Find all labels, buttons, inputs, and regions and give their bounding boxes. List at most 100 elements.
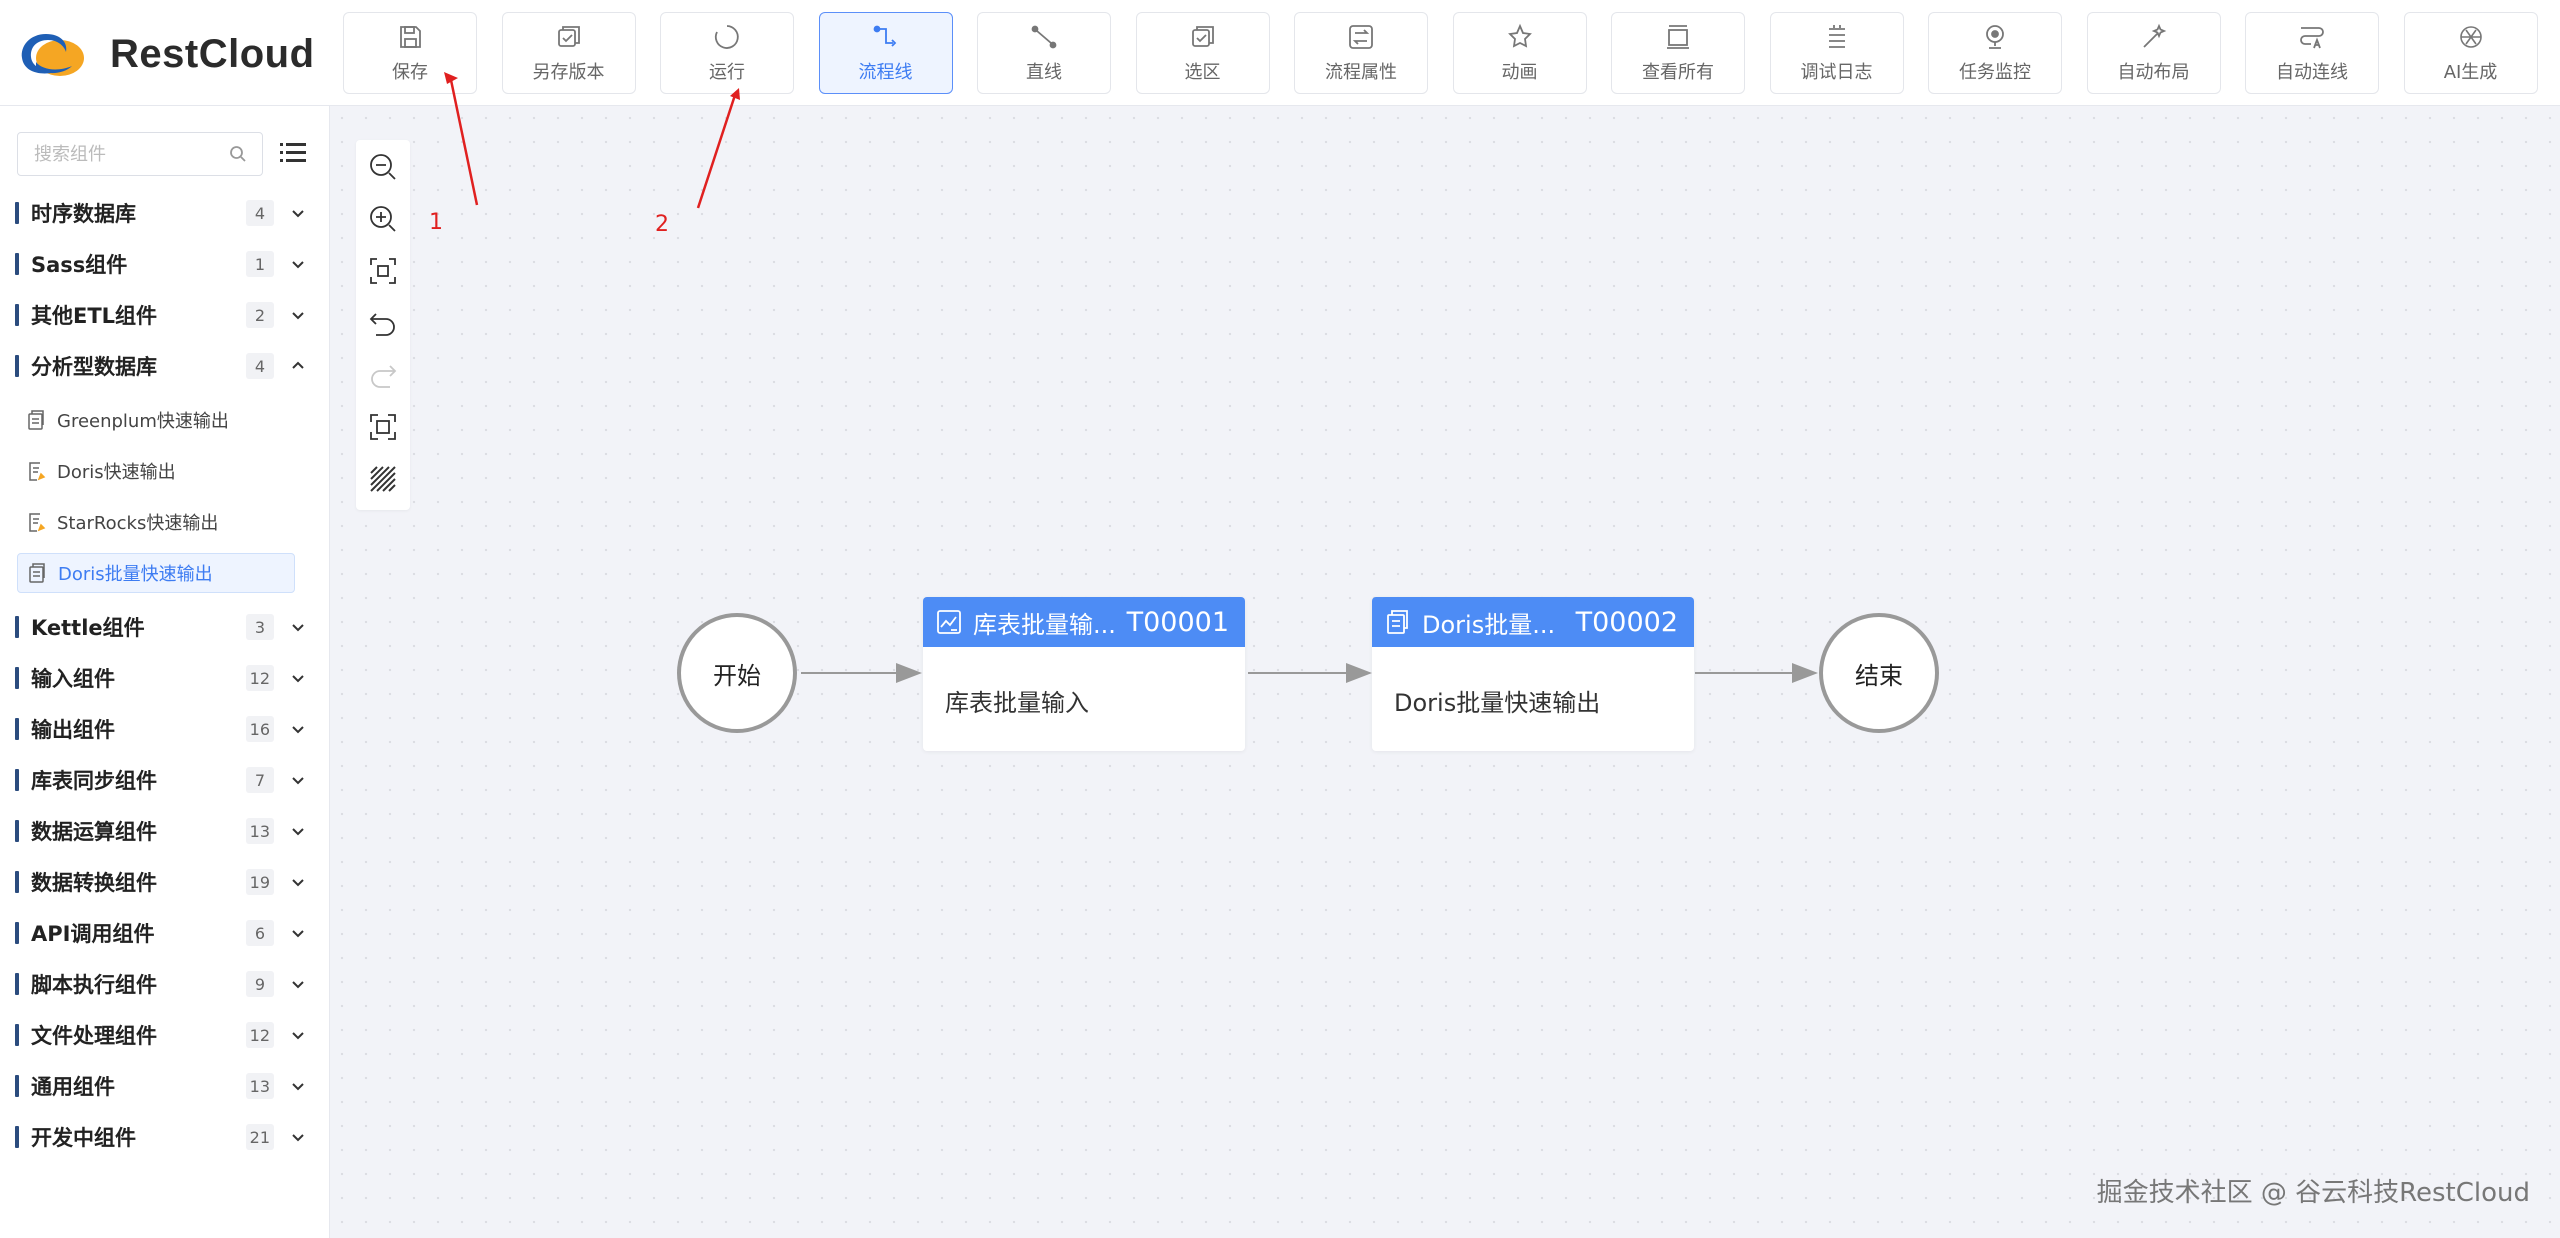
category-table-sync[interactable]: 库表同步组件 7 — [0, 760, 310, 800]
category-timeseries-db[interactable]: 时序数据库 4 — [0, 193, 310, 233]
category-file-process[interactable]: 文件处理组件 12 — [0, 1015, 310, 1055]
category-count: 9 — [246, 971, 274, 997]
chevron-down-icon[interactable] — [290, 721, 306, 737]
category-marker — [15, 769, 19, 791]
annotation-2: 2 — [655, 212, 669, 237]
chevron-down-icon[interactable] — [290, 1078, 306, 1094]
chevron-down-icon[interactable] — [290, 874, 306, 890]
save-version-button[interactable]: 另存版本 — [501, 12, 636, 94]
category-name: 开发中组件 — [31, 1126, 136, 1150]
category-data-transform[interactable]: 数据转换组件 19 — [0, 862, 310, 902]
category-name: 数据运算组件 — [31, 820, 157, 844]
animation-button[interactable]: 动画 — [1452, 12, 1587, 94]
category-in-development[interactable]: 开发中组件 21 — [0, 1117, 310, 1157]
chevron-up-icon[interactable] — [290, 358, 306, 374]
run-button[interactable]: 运行 — [660, 12, 794, 94]
undo-icon[interactable] — [368, 308, 398, 338]
category-name: 数据转换组件 — [31, 871, 157, 895]
category-kettle[interactable]: Kettle组件 3 — [0, 607, 310, 647]
save-icon — [400, 26, 421, 48]
category-count: 19 — [245, 869, 274, 895]
auto-connect-label: 自动连线 — [2276, 62, 2348, 83]
run-label: 运行 — [709, 62, 745, 83]
view-all-label: 查看所有 — [1642, 62, 1714, 83]
animation-label: 动画 — [1501, 62, 1538, 83]
auto-connect-button[interactable]: 自动连线 — [2245, 12, 2379, 94]
flow-line-button[interactable]: 流程线 — [818, 12, 953, 94]
chevron-down-icon[interactable] — [290, 1129, 306, 1145]
flow-properties-button[interactable]: 流程属性 — [1294, 12, 1428, 94]
category-name: 通用组件 — [31, 1075, 115, 1099]
category-name: 分析型数据库 — [31, 355, 157, 379]
chevron-down-icon[interactable] — [290, 205, 306, 221]
auto-layout-button[interactable]: 自动布局 — [2086, 12, 2221, 94]
category-api-call[interactable]: API调用组件 6 — [0, 913, 310, 953]
flow-node-doris-batch-output[interactable]: Doris批量... T00002 Doris批量快速输出 — [1372, 597, 1694, 751]
start-node[interactable]: 开始 — [677, 613, 797, 733]
save-version-icon — [557, 26, 580, 47]
component-doris-batch-fast-output[interactable]: Doris批量快速输出 — [17, 553, 295, 593]
category-output[interactable]: 输出组件 16 — [0, 709, 310, 749]
chevron-down-icon[interactable] — [290, 976, 306, 992]
category-analytic-db[interactable]: 分析型数据库 4 — [0, 346, 310, 386]
chevron-down-icon[interactable] — [290, 772, 306, 788]
document-icon — [1387, 610, 1408, 634]
category-marker — [15, 1024, 19, 1046]
category-count: 16 — [245, 716, 274, 742]
search-icon[interactable] — [228, 144, 248, 164]
ai-generate-button[interactable]: AI生成 — [2403, 12, 2538, 94]
category-other-etl[interactable]: 其他ETL组件 2 — [0, 295, 310, 335]
chevron-down-icon[interactable] — [290, 670, 306, 686]
component-doris-fast-output[interactable]: Doris快速输出 — [17, 451, 295, 491]
category-count: 6 — [246, 920, 274, 946]
chevron-down-icon[interactable] — [290, 256, 306, 272]
category-input[interactable]: 输入组件 12 — [0, 658, 310, 698]
redo-icon[interactable] — [368, 360, 398, 390]
search-box — [17, 132, 263, 176]
category-general[interactable]: 通用组件 13 — [0, 1066, 310, 1106]
category-count: 12 — [245, 665, 274, 691]
straight-line-label: 直线 — [1026, 62, 1062, 83]
list-view-icon[interactable] — [278, 138, 308, 168]
select-area-label: 选区 — [1184, 62, 1221, 83]
component-starrocks-fast-output[interactable]: StarRocks快速输出 — [17, 502, 295, 542]
auto-layout-icon — [2142, 23, 2166, 48]
task-monitor-button[interactable]: 任务监控 — [1928, 12, 2062, 94]
category-data-compute[interactable]: 数据运算组件 13 — [0, 811, 310, 851]
category-marker — [15, 820, 19, 842]
chevron-down-icon[interactable] — [290, 619, 306, 635]
grid-toggle-icon[interactable] — [368, 464, 398, 494]
app-header: RestCloud 保存 另存版本 运行 流程线 直线 选区 流程属性 动画 查… — [0, 0, 2560, 106]
chevron-down-icon[interactable] — [290, 925, 306, 941]
save-version-label: 另存版本 — [532, 62, 605, 83]
category-name: 库表同步组件 — [31, 769, 157, 793]
category-script-exec[interactable]: 脚本执行组件 9 — [0, 964, 310, 1004]
category-sass[interactable]: Sass组件 1 — [0, 244, 310, 284]
select-area-button[interactable]: 选区 — [1135, 12, 1270, 94]
fullscreen-icon[interactable] — [368, 412, 398, 442]
node-body: 库表批量输入 — [945, 689, 1089, 717]
flow-node-table-batch-input[interactable]: 库表批量输... T00001 库表批量输入 — [923, 597, 1245, 751]
view-all-button[interactable]: 查看所有 — [1611, 12, 1745, 94]
debug-log-button[interactable]: 调试日志 — [1769, 12, 1904, 94]
zoom-in-icon[interactable] — [368, 204, 398, 234]
category-name: Sass组件 — [31, 253, 128, 277]
restcloud-logo-icon — [21, 34, 84, 76]
category-marker — [15, 1075, 19, 1097]
straight-line-button[interactable]: 直线 — [977, 12, 1111, 94]
chevron-down-icon[interactable] — [290, 307, 306, 323]
search-input[interactable] — [32, 133, 226, 175]
zoom-out-icon[interactable] — [368, 152, 398, 182]
chevron-down-icon[interactable] — [290, 1027, 306, 1043]
fit-view-icon[interactable] — [368, 256, 398, 286]
auto-layout-label: 自动布局 — [2117, 62, 2190, 83]
save-button[interactable]: 保存 — [343, 12, 477, 94]
watermark: 掘金技术社区 @ 谷云科技RestCloud — [2096, 1178, 2530, 1208]
end-node[interactable]: 结束 — [1819, 613, 1939, 733]
category-name: Kettle组件 — [31, 616, 145, 640]
component-greenplum-fast-output[interactable]: Greenplum快速输出 — [17, 400, 295, 440]
chevron-down-icon[interactable] — [290, 823, 306, 839]
view-all-icon — [1667, 25, 1689, 49]
chart-image-icon — [937, 610, 961, 634]
select-area-icon — [1191, 26, 1214, 47]
